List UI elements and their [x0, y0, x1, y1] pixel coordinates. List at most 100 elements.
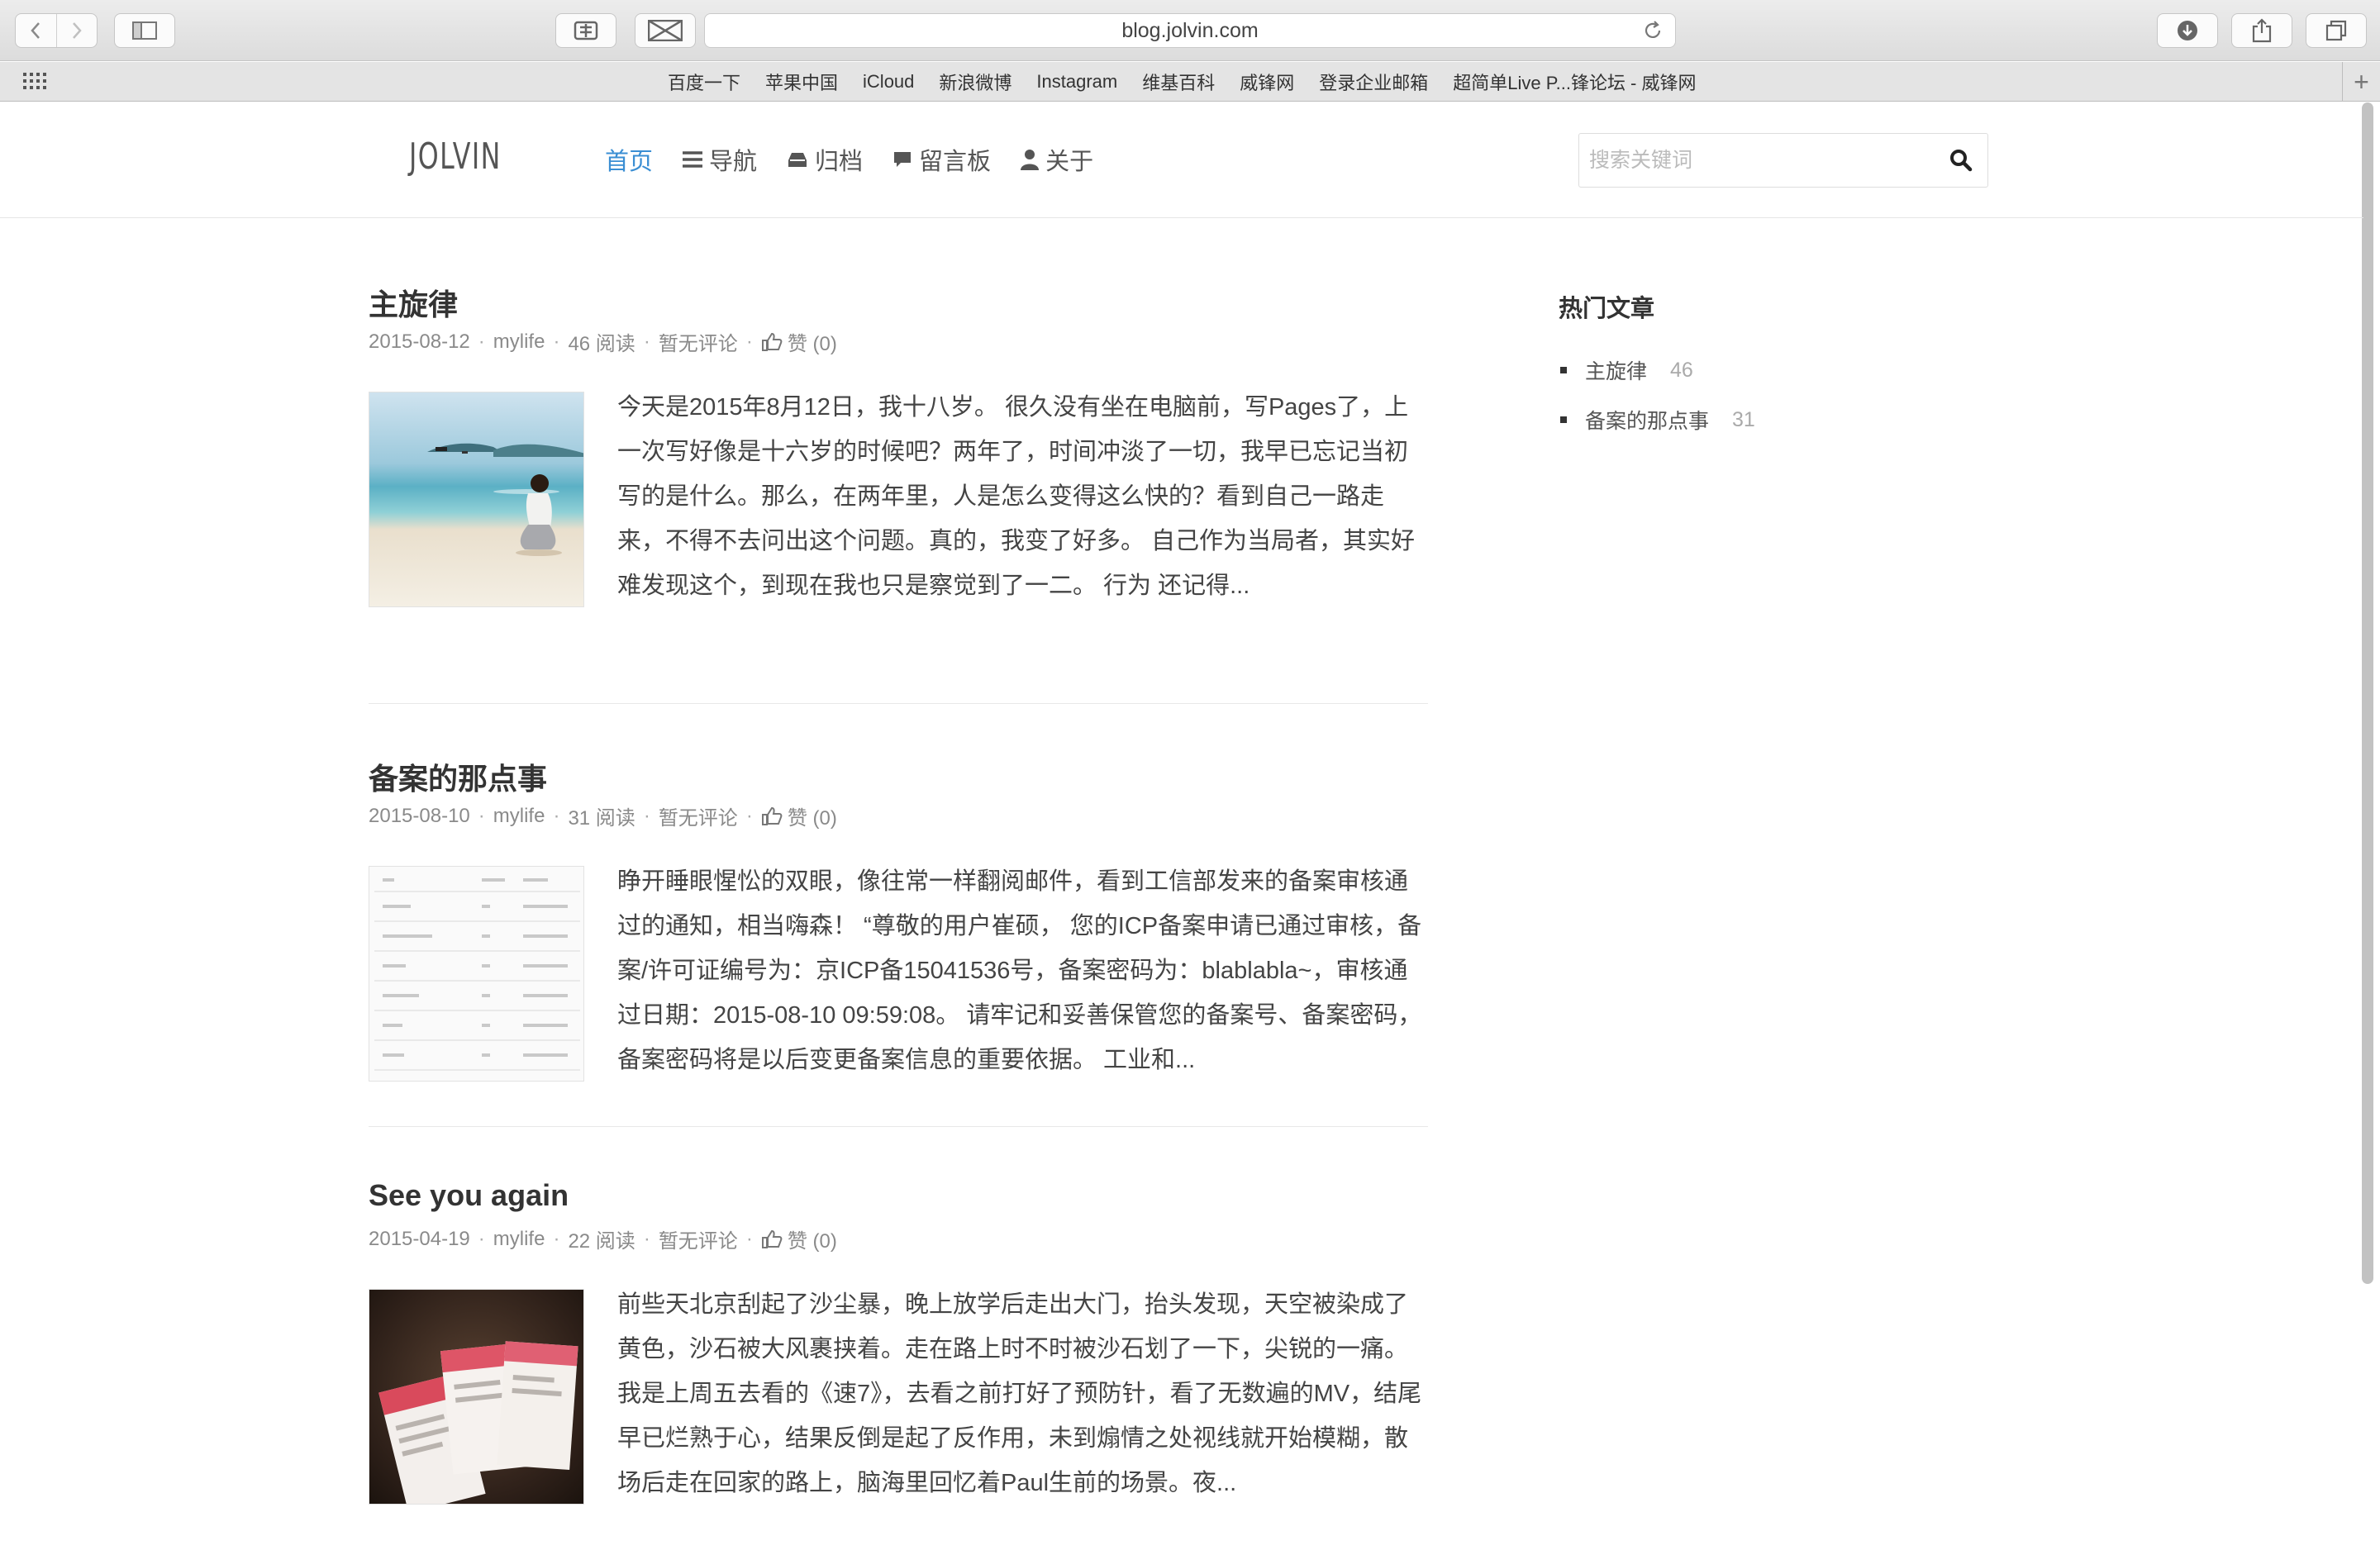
nav-item-navigation[interactable]: 导航	[683, 142, 757, 177]
share-button[interactable]	[2231, 13, 2292, 48]
comment-icon	[894, 152, 912, 167]
nav-item-home[interactable]: 首页	[605, 142, 653, 177]
beach-photo	[427, 443, 583, 556]
post-date: 2015-08-10	[369, 804, 470, 827]
bullet-icon	[1560, 367, 1567, 373]
post-meta: 2015-08-10 · mylife · 31 阅读 · 暂无评论 · 赞 (0)	[369, 801, 837, 830]
nav-item-guestbook[interactable]: 留言板	[892, 142, 991, 177]
tabs-icon	[2325, 20, 2347, 41]
sidebar: 热门文章 主旋律 46 备案的那点事 31	[1559, 289, 1988, 445]
tabs-button[interactable]	[2306, 13, 2367, 48]
popular-post-item[interactable]: 主旋律 46	[1559, 345, 1988, 395]
movie-tickets-photo	[378, 1341, 578, 1504]
favorite-link[interactable]: 威锋网	[1240, 69, 1294, 95]
thumbs-up-icon	[761, 806, 783, 825]
post-category[interactable]: mylife	[493, 805, 545, 828]
add-favorite-button[interactable]: +	[2342, 62, 2380, 102]
search-input[interactable]	[1579, 134, 1926, 187]
favorite-link[interactable]: 登录企业邮箱	[1319, 69, 1428, 95]
post-excerpt: 前些天北京刮起了沙尘暴，晚上放学后走出大门，抬头发现，天空被染成了黄色，沙石被大…	[617, 1291, 1422, 1496]
post-reads: 46 阅读	[568, 333, 635, 355]
like-button[interactable]: 赞 (0)	[761, 1224, 837, 1253]
post-comments[interactable]: 暂无评论	[659, 327, 738, 356]
search-box	[1578, 133, 1988, 188]
post-thumbnail[interactable]	[369, 866, 584, 1082]
forward-button[interactable]	[57, 14, 98, 47]
post-title[interactable]: See you again	[369, 1178, 569, 1213]
back-button[interactable]	[16, 14, 57, 47]
post-excerpt: 睁开睡眼惺忪的双眼，像往常一样翻阅邮件，看到工信部发来的备案审核通过的通知，相当…	[617, 868, 1422, 1073]
post-category[interactable]: mylife	[493, 1228, 545, 1251]
archive-icon	[788, 153, 807, 167]
plus-icon: +	[2354, 66, 2369, 97]
url-text: blog.jolvin.com	[1121, 18, 1259, 42]
nav-label: 关于	[1045, 149, 1094, 175]
favorite-link[interactable]: iCloud	[863, 71, 914, 93]
downloads-button[interactable]	[2157, 13, 2218, 48]
like-count: 赞 (0)	[787, 1230, 837, 1253]
main-nav: 首页 导航 归档 留言板 关于	[605, 142, 1093, 177]
post-reads: 31 阅读	[568, 807, 635, 830]
nav-label: 导航	[709, 149, 758, 175]
table-screenshot	[374, 878, 580, 1071]
user-icon	[1021, 150, 1040, 170]
post-thumbnail[interactable]	[369, 392, 584, 607]
post-comments[interactable]: 暂无评论	[659, 1224, 738, 1253]
nav-item-about[interactable]: 关于	[1021, 142, 1093, 177]
popular-post-title[interactable]: 主旋律	[1585, 355, 1647, 385]
like-count: 赞 (0)	[787, 807, 837, 830]
thumbs-up-icon	[761, 332, 783, 351]
bullet-icon	[1560, 416, 1567, 423]
post-reads: 22 阅读	[568, 1230, 635, 1253]
post-thumbnail[interactable]	[369, 1289, 584, 1505]
sidebar-toggle-button[interactable]	[114, 13, 175, 48]
like-count: 赞 (0)	[787, 333, 837, 355]
like-button[interactable]: 赞 (0)	[761, 327, 837, 356]
post-meta: 2015-08-12 · mylife · 46 阅读 · 暂无评论 · 赞 (0)	[369, 327, 837, 356]
site-header: JOLVIN 首页 导航 归档 留言板 关于	[0, 102, 2363, 218]
sidebar-icon	[132, 21, 157, 40]
popular-posts-list: 主旋律 46 备案的那点事 31	[1559, 345, 1988, 445]
post-category[interactable]: mylife	[493, 330, 545, 354]
favorite-link[interactable]: 新浪微博	[939, 69, 1011, 95]
post-excerpt: 今天是2015年8月12日，我十八岁。 很久没有坐在电脑前，写Pages了，上一…	[617, 394, 1416, 599]
nav-label: 首页	[605, 149, 654, 175]
download-icon	[2178, 21, 2197, 40]
post-title[interactable]: 备案的那点事	[369, 755, 547, 798]
extension-icon	[574, 21, 598, 40]
site-logo[interactable]: JOLVIN	[409, 136, 502, 178]
favorite-link[interactable]: 百度一下	[668, 69, 740, 95]
nav-item-archive[interactable]: 归档	[787, 142, 863, 177]
reader-button[interactable]	[635, 13, 696, 48]
post-item: 备案的那点事 2015-08-10 · mylife · 31 阅读 · 暂无评论 · …	[369, 704, 1428, 1127]
history-nav	[15, 13, 98, 48]
share-icon	[2252, 18, 2272, 43]
reload-icon[interactable]	[1642, 20, 1664, 41]
popular-post-item[interactable]: 备案的那点事 31	[1559, 395, 1988, 445]
post-date: 2015-08-12	[369, 330, 470, 353]
thumbs-up-icon	[761, 1229, 783, 1248]
address-bar[interactable]: blog.jolvin.com	[704, 13, 1676, 48]
chevron-left-icon	[31, 22, 40, 39]
nav-label: 归档	[815, 149, 864, 175]
extension-button[interactable]	[555, 13, 616, 48]
favorite-link[interactable]: 维基百科	[1142, 69, 1215, 95]
search-icon[interactable]	[1949, 149, 1973, 172]
chevron-right-icon	[72, 22, 82, 39]
favorite-link[interactable]: Instagram	[1036, 71, 1117, 93]
popular-post-count: 46	[1670, 358, 1693, 382]
post-title[interactable]: 主旋律	[369, 281, 458, 324]
menu-icon	[683, 151, 703, 168]
favorite-link[interactable]: 超简单Live P...锋论坛 - 威锋网	[1453, 69, 1696, 95]
browser-toolbar: blog.jolvin.com	[0, 0, 2380, 61]
post-comments[interactable]: 暂无评论	[659, 801, 738, 830]
popular-post-title[interactable]: 备案的那点事	[1585, 405, 1709, 435]
favorite-link[interactable]: 苹果中国	[765, 69, 838, 95]
like-button[interactable]: 赞 (0)	[761, 801, 837, 830]
post-list: 主旋律 2015-08-12 · mylife · 46 阅读 · 暂无评论 · 赞 (…	[369, 281, 1428, 1550]
bowtie-icon	[648, 20, 683, 41]
scrollbar-thumb[interactable]	[2362, 102, 2373, 1284]
post-date: 2015-04-19	[369, 1227, 470, 1250]
favorites-bar: 百度一下 苹果中国 iCloud 新浪微博 Instagram 维基百科 威锋网…	[0, 62, 2380, 102]
grid-icon[interactable]	[23, 73, 48, 91]
